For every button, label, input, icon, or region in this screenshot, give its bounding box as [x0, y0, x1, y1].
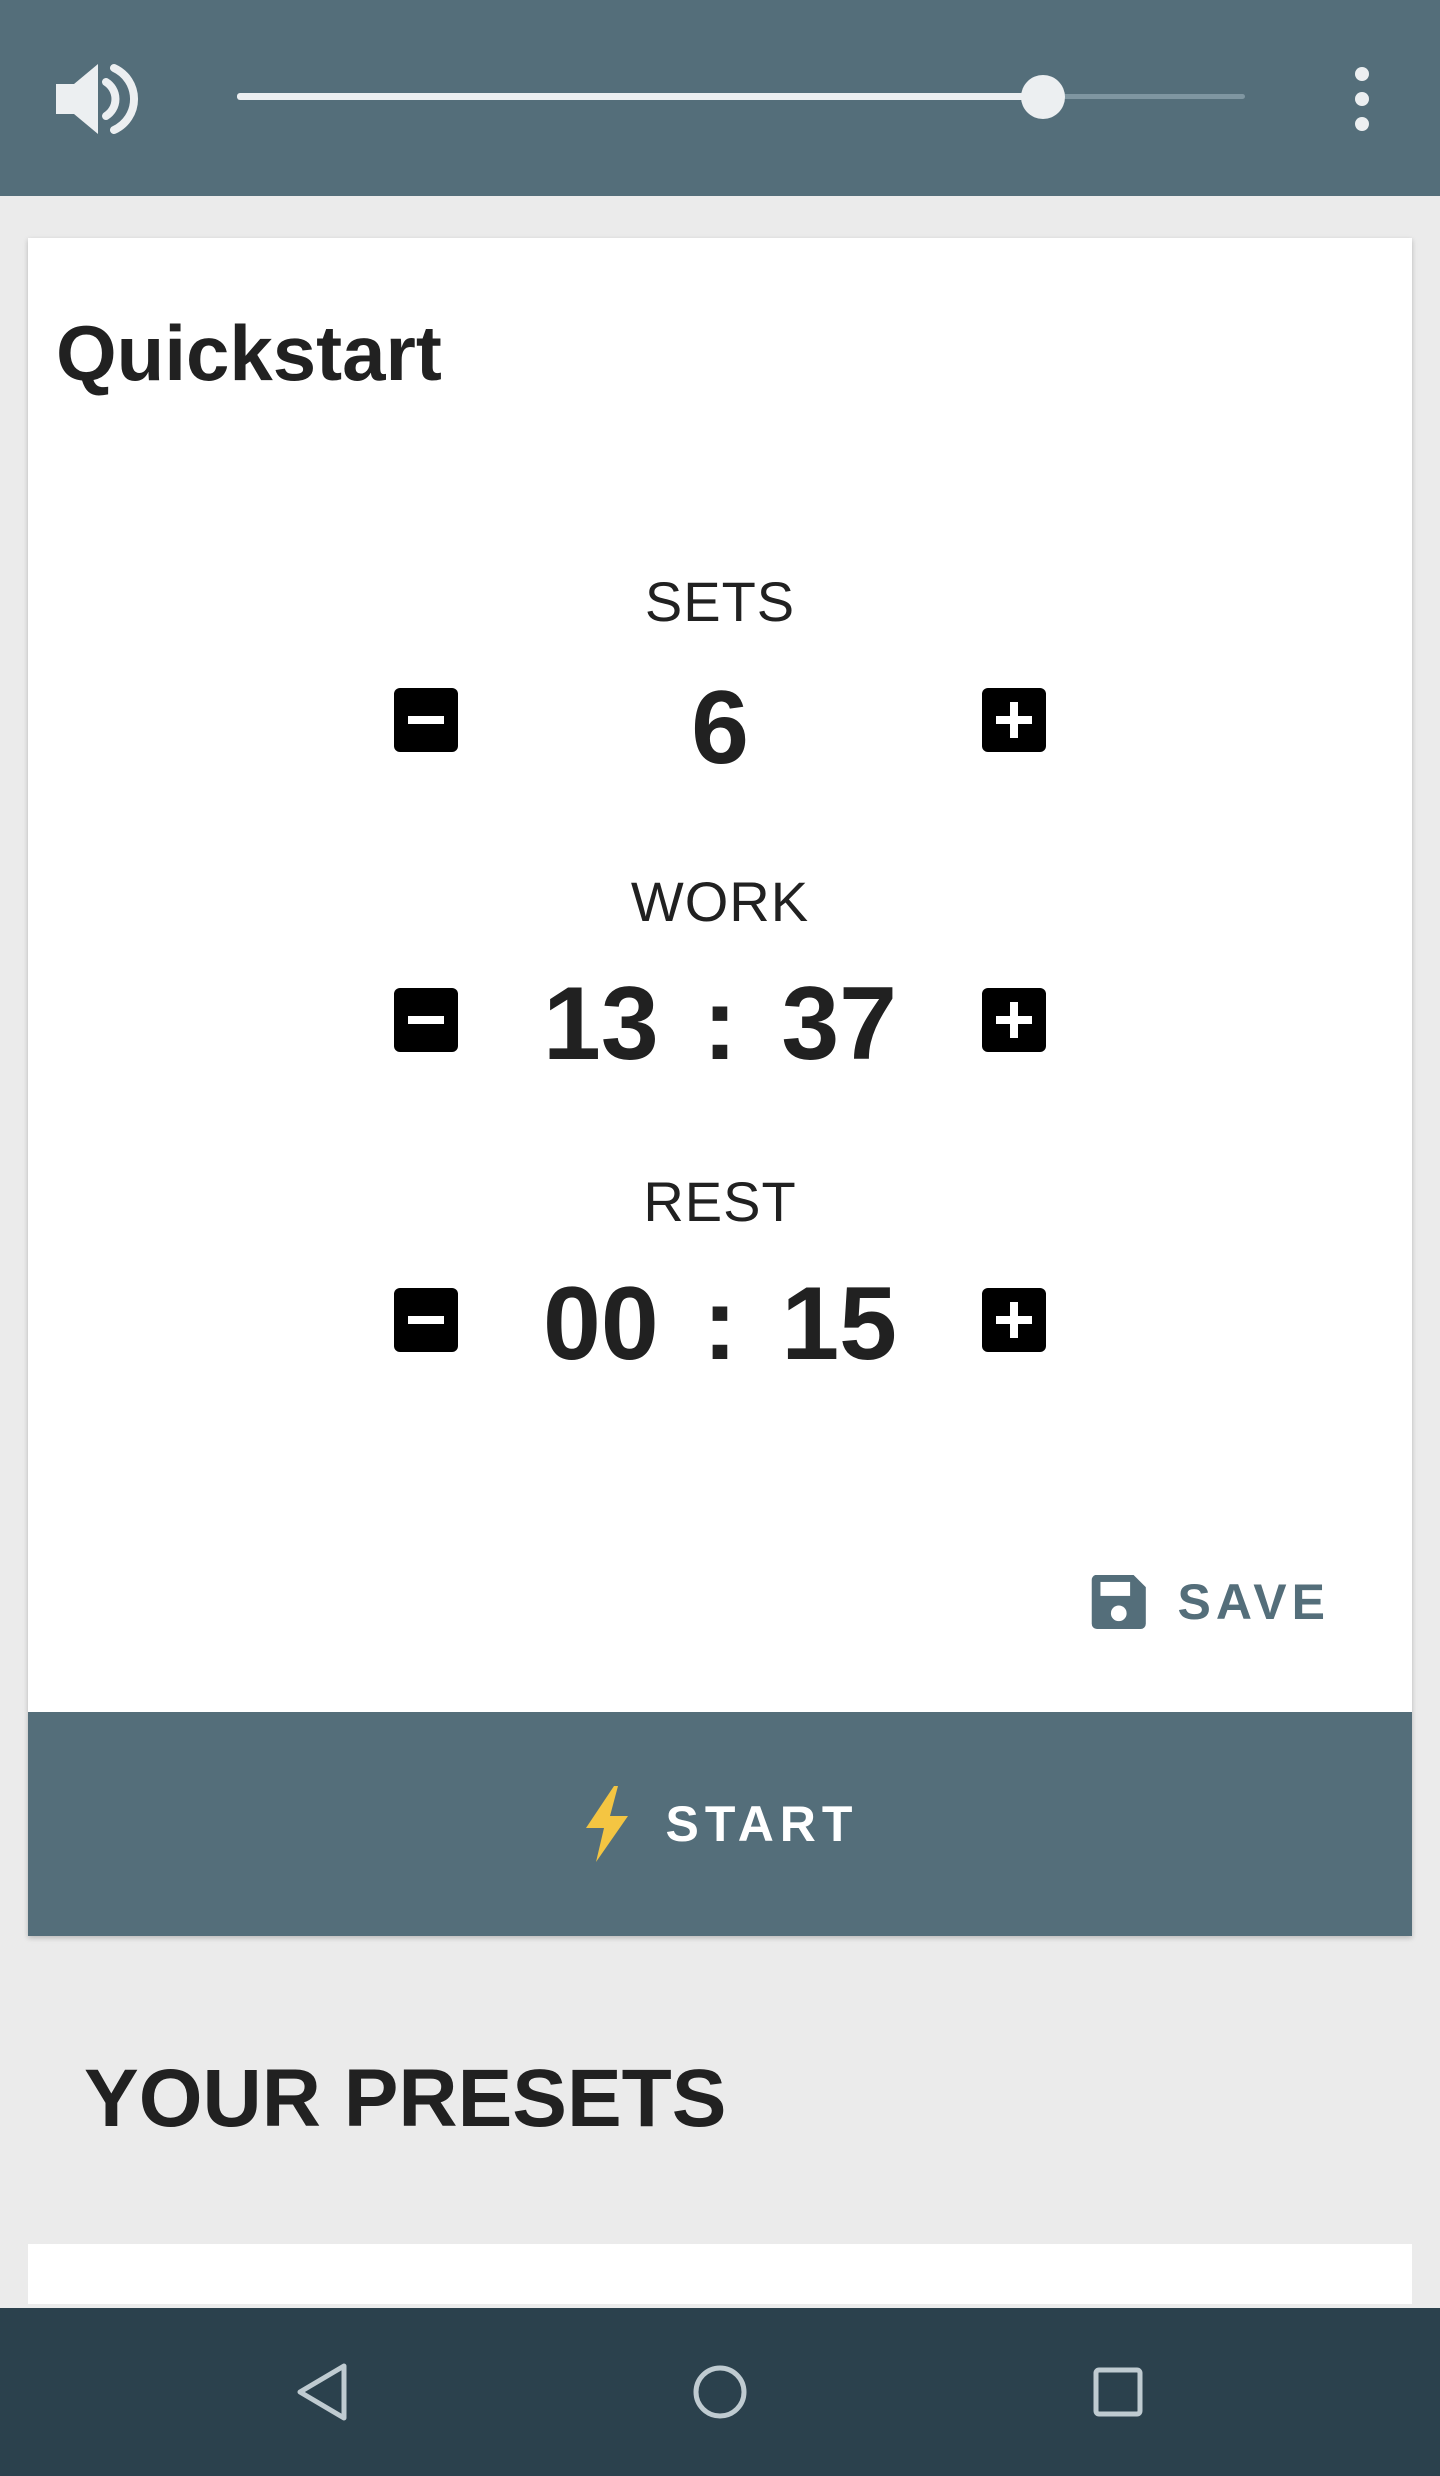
rest-seconds[interactable]: 15 [781, 1266, 897, 1382]
sets-label: SETS [644, 570, 796, 633]
plus-box-icon [996, 1002, 1032, 1038]
home-circle-icon[interactable] [684, 2356, 756, 2428]
start-label: START [665, 1796, 859, 1852]
volume-icon[interactable] [54, 54, 144, 144]
system-nav-bar [0, 2308, 1440, 2476]
work-time: 13:37 [28, 972, 1412, 1076]
work-separator: : [702, 966, 738, 1082]
rest-separator: : [702, 1266, 738, 1382]
start-button[interactable]: START [28, 1712, 1412, 1936]
rest-time: 00:15 [28, 1272, 1412, 1376]
volume-slider-fill [237, 93, 1044, 100]
work-label: WORK [630, 870, 810, 933]
plus-box-icon [996, 702, 1032, 738]
plus-box-icon [996, 1302, 1032, 1338]
presets-title: YOUR PRESETS [84, 2053, 727, 2144]
rest-minutes[interactable]: 00 [543, 1266, 659, 1382]
more-vert-icon[interactable] [1332, 64, 1392, 134]
save-label: SAVE [1177, 1574, 1330, 1630]
volume-slider[interactable] [237, 75, 1245, 119]
save-button[interactable]: SAVE [1090, 1566, 1330, 1638]
preset-card[interactable] [28, 2244, 1412, 2304]
quickstart-title: Quickstart [56, 309, 442, 397]
work-seconds[interactable]: 37 [781, 966, 897, 1082]
rest-label: REST [643, 1170, 797, 1233]
quickstart-card [28, 238, 1412, 1936]
lightning-bolt-icon [585, 1786, 628, 1862]
sets-increment-button[interactable] [982, 688, 1046, 752]
back-triangle-icon[interactable] [286, 2356, 358, 2428]
work-increment-button[interactable] [982, 988, 1046, 1052]
recents-square-icon[interactable] [1082, 2356, 1154, 2428]
sets-value: 6 [691, 670, 749, 786]
floppy-disk-icon [1091, 1574, 1146, 1630]
top-app-bar [0, 0, 1440, 196]
rest-increment-button[interactable] [982, 1288, 1046, 1352]
work-minutes[interactable]: 13 [543, 966, 659, 1082]
volume-slider-thumb[interactable] [1021, 75, 1066, 119]
